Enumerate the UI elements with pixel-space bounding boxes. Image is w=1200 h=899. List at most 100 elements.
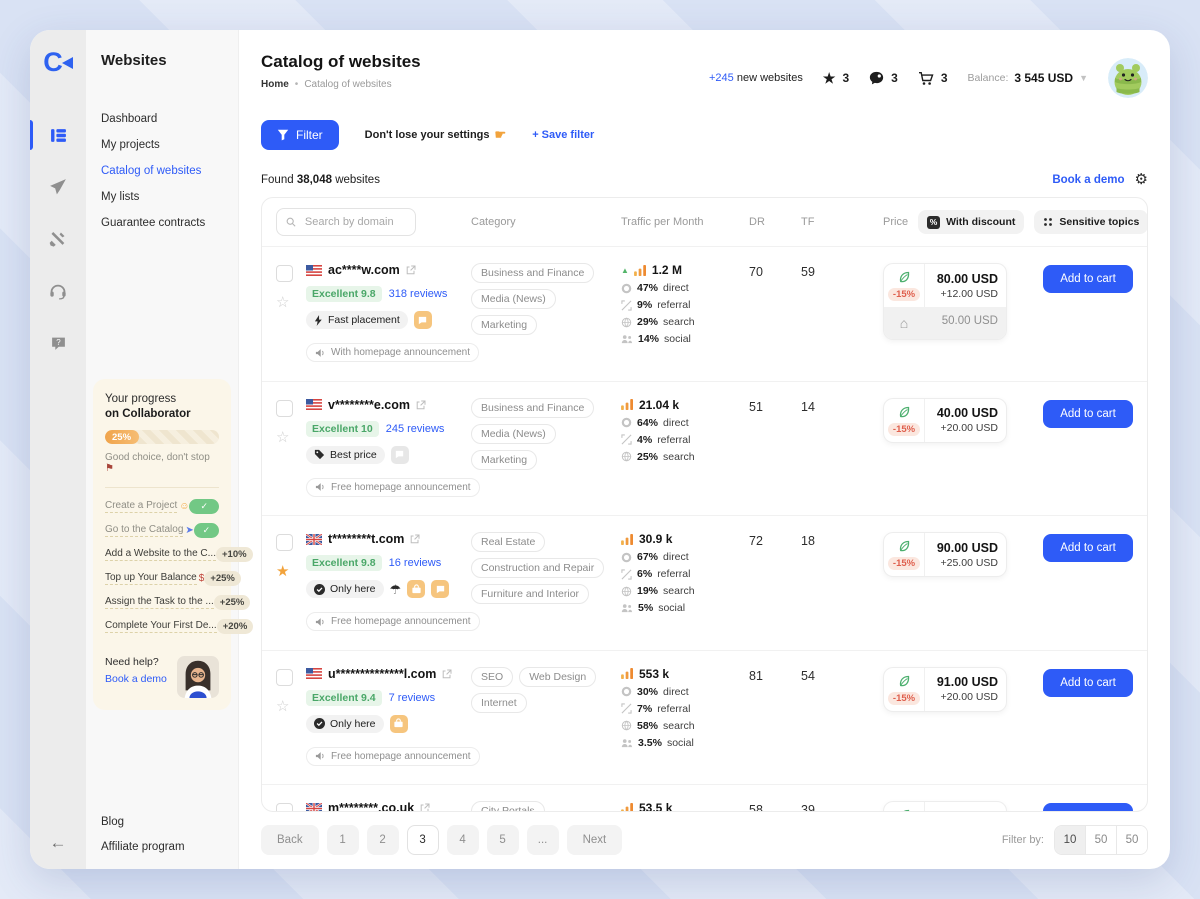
chat-icon[interactable]: [414, 311, 432, 329]
filter-button[interactable]: Filter: [261, 120, 339, 150]
per-page-option-10[interactable]: 10: [1055, 826, 1085, 854]
pagination-page-1[interactable]: 1: [327, 825, 359, 855]
per-page-option-50[interactable]: 50: [1085, 826, 1116, 854]
chat-icon[interactable]: [391, 446, 409, 464]
cart-counter[interactable]: 3: [918, 71, 948, 86]
new-websites-badge[interactable]: +245 new websites: [709, 72, 803, 84]
table-header: Category Traffic per Month DR TF Price %…: [262, 198, 1147, 246]
category-pill: Internet: [471, 693, 527, 713]
domain-search[interactable]: [276, 208, 416, 236]
add-to-cart-button[interactable]: Add to cart: [1043, 669, 1133, 697]
sidebar-footer: Blog Affiliate program: [86, 816, 238, 853]
save-filter-link[interactable]: + Save filter: [532, 129, 594, 141]
chat-icon[interactable]: [431, 580, 449, 598]
sidebar-item-guarantee-contracts[interactable]: Guarantee contracts: [101, 217, 223, 229]
domain-link[interactable]: m********.co.uk: [328, 801, 414, 812]
rail-support-icon[interactable]: [30, 278, 86, 304]
briefcase-icon[interactable]: [390, 715, 408, 733]
pagination-ellipsis[interactable]: ...: [527, 825, 559, 855]
user-avatar[interactable]: [1108, 58, 1148, 98]
domain-link[interactable]: v********e.com: [328, 398, 410, 412]
balance-dropdown[interactable]: Balance: 3 545 USD ▼: [968, 71, 1089, 85]
favorite-star-icon[interactable]: ☆: [276, 295, 289, 310]
fast-placement-badge: Fast placement: [306, 311, 408, 329]
breadcrumb-home[interactable]: Home: [261, 79, 289, 90]
collapse-sidebar-arrow-icon[interactable]: ←: [50, 833, 67, 853]
row-checkbox[interactable]: [276, 803, 293, 812]
favorite-star-icon[interactable]: ☆: [276, 699, 289, 714]
reviews-link[interactable]: 16 reviews: [389, 557, 442, 569]
discount-badge: -15%: [888, 288, 920, 301]
settings-gear-icon[interactable]: ⚙: [1135, 172, 1148, 187]
websites-table: Category Traffic per Month DR TF Price %…: [261, 197, 1148, 812]
collaborator-logo-icon[interactable]: C: [43, 44, 73, 80]
rail-help-icon[interactable]: ?: [30, 330, 86, 356]
book-demo-link[interactable]: Book a demo: [105, 673, 177, 685]
external-link-icon[interactable]: [420, 803, 430, 812]
external-link-icon[interactable]: [442, 669, 452, 679]
sensitive-topics-toggle[interactable]: Sensitive topics: [1034, 210, 1148, 234]
row-checkbox[interactable]: [276, 534, 293, 551]
add-to-cart-button[interactable]: Add to cart: [1043, 803, 1133, 812]
sidebar-item-catalog[interactable]: Catalog of websites: [101, 165, 223, 177]
sidebar-item-my-lists[interactable]: My lists: [101, 191, 223, 203]
flag-gb-icon: [306, 803, 322, 813]
homepage-announcement-badge: With homepage announcement: [306, 343, 479, 362]
sidebar-item-blog[interactable]: Blog: [101, 816, 223, 828]
add-to-cart-button[interactable]: Add to cart: [1043, 400, 1133, 428]
book-demo-link[interactable]: Book a demo: [1052, 174, 1124, 186]
external-link-icon[interactable]: [406, 265, 416, 275]
row-checkbox[interactable]: [276, 669, 293, 686]
need-help-label: Need help?: [105, 656, 177, 668]
reviews-link[interactable]: 245 reviews: [386, 423, 445, 435]
add-to-cart-button[interactable]: Add to cart: [1043, 534, 1133, 562]
pagination-back-button[interactable]: Back: [261, 825, 319, 855]
icon-rail: C ? ←: [30, 30, 86, 869]
tf-value: 39: [801, 801, 883, 812]
pagination-page-3-active[interactable]: 3: [407, 825, 439, 855]
tf-value: 59: [801, 263, 883, 279]
rail-campaigns-icon[interactable]: [30, 174, 86, 200]
sidebar-item-dashboard[interactable]: Dashboard: [101, 113, 223, 125]
reviews-link[interactable]: 318 reviews: [389, 288, 448, 300]
favorites-counter[interactable]: ★ 3: [823, 70, 849, 87]
messages-counter[interactable]: 3: [869, 71, 898, 85]
search-traffic-icon: [621, 451, 632, 462]
price-extra: +25.00 USD: [941, 557, 999, 569]
per-page-option-50b[interactable]: 50: [1116, 826, 1147, 854]
external-link-icon[interactable]: [410, 534, 420, 544]
eco-leaf-icon: [897, 539, 911, 553]
sidebar: Websites Dashboard My projects Catalog o…: [86, 30, 239, 869]
pagination-page-4[interactable]: 4: [447, 825, 479, 855]
external-link-icon[interactable]: [416, 400, 426, 410]
row-checkbox[interactable]: [276, 400, 293, 417]
table-row: ☆ m********.co.uk Excellent 10 7 reviews: [262, 784, 1147, 812]
sidebar-item-affiliate-program[interactable]: Affiliate program: [101, 841, 223, 853]
page-title: Catalog of websites: [261, 52, 421, 72]
pagination-page-5[interactable]: 5: [487, 825, 519, 855]
domain-link[interactable]: t********t.com: [328, 532, 404, 546]
favorite-star-icon[interactable]: ☆: [276, 430, 289, 445]
domain-link[interactable]: ac****w.com: [328, 263, 400, 277]
row-checkbox[interactable]: [276, 265, 293, 282]
rail-dashboard-icon[interactable]: [30, 122, 86, 148]
discount-badge: -15%: [888, 557, 920, 570]
rail-tools-icon[interactable]: [30, 226, 86, 252]
reviews-link[interactable]: 7 reviews: [389, 692, 435, 704]
add-to-cart-button[interactable]: Add to cart: [1043, 265, 1133, 293]
category-pill: Business and Finance: [471, 263, 594, 283]
progress-title: Your progress: [105, 393, 219, 405]
task-done-check[interactable]: ✓: [189, 499, 219, 514]
flag-us-icon: [306, 399, 322, 410]
price-main: 80.00 USD: [937, 272, 998, 286]
pagination-next-button[interactable]: Next: [567, 825, 623, 855]
domain-link[interactable]: u**************l.com: [328, 667, 436, 681]
task-done-check[interactable]: ✓: [194, 523, 219, 538]
sidebar-item-my-projects[interactable]: My projects: [101, 139, 223, 151]
briefcase-icon[interactable]: [407, 580, 425, 598]
search-input[interactable]: [303, 215, 406, 229]
with-discount-toggle[interactable]: % With discount: [918, 210, 1024, 234]
pagination-page-2[interactable]: 2: [367, 825, 399, 855]
tf-value: 18: [801, 532, 883, 548]
favorite-star-icon[interactable]: ★: [276, 564, 289, 579]
